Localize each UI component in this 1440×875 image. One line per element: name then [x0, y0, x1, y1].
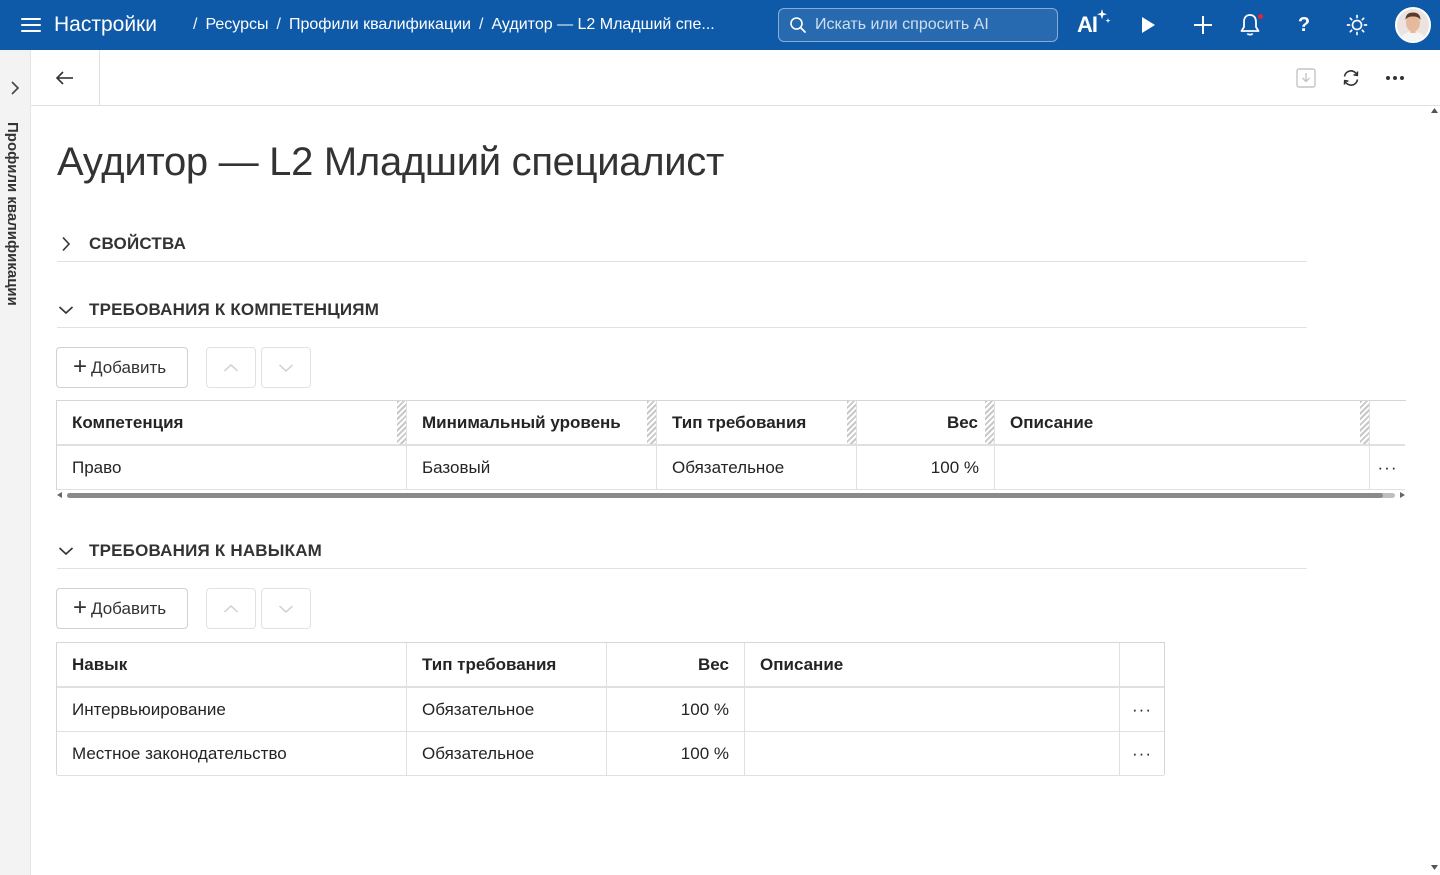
ai-label: AI [1077, 12, 1098, 37]
column-header-description[interactable]: Описание [745, 643, 1120, 686]
cell-req-type[interactable]: Обязательное [407, 688, 607, 731]
move-up-skill-button[interactable] [206, 588, 256, 629]
ai-button[interactable]: AI [1074, 0, 1114, 50]
cell-req-type[interactable]: Обязательное [657, 446, 857, 489]
chevron-up-icon [223, 363, 239, 372]
grid-header-row: Навык Тип требования Вес Описание [57, 643, 1164, 688]
scroll-down-arrow-icon[interactable] [1431, 865, 1438, 870]
table-row[interactable]: Право Базовый Обязательное 100 % ··· [57, 446, 1405, 490]
plus-icon[interactable] [1183, 0, 1223, 50]
section-competencies-title: ТРЕБОВАНИЯ К КОМПЕТЕНЦИЯМ [89, 299, 380, 319]
cell-description[interactable] [745, 688, 1120, 731]
column-header-min-level[interactable]: Минимальный уровень [407, 401, 657, 444]
move-down-competency-button[interactable] [261, 347, 311, 388]
scroll-left-arrow-icon[interactable] [57, 492, 62, 498]
column-header-req-type[interactable]: Тип требования [657, 401, 857, 444]
cell-weight[interactable]: 100 % [607, 688, 745, 731]
scrollbar-thumb[interactable] [67, 493, 1383, 498]
cell-req-type[interactable]: Обязательное [407, 732, 607, 775]
skills-grid: Навык Тип требования Вес Описание Интерв… [56, 642, 1165, 776]
download-icon[interactable] [1286, 50, 1326, 105]
cell-weight[interactable]: 100 % [857, 446, 995, 489]
search-box[interactable] [778, 8, 1058, 42]
menu-icon[interactable] [21, 18, 41, 32]
breadcrumb-current: Аудитор — L2 Младший спе... [491, 16, 715, 33]
section-competencies-header[interactable]: ТРЕБОВАНИЯ К КОМПЕТЕНЦИЯМ [57, 292, 1307, 328]
column-resize-handle[interactable] [985, 401, 994, 444]
section-skills-header[interactable]: ТРЕБОВАНИЯ К НАВЫКАМ [57, 533, 1307, 569]
column-header-description[interactable]: Описание [995, 401, 1370, 444]
more-options-icon[interactable] [1375, 50, 1415, 105]
column-resize-handle[interactable] [397, 401, 406, 444]
help-icon[interactable]: ? [1284, 0, 1324, 50]
cell-competency[interactable]: Право [57, 446, 407, 489]
column-resize-handle[interactable] [847, 401, 856, 444]
column-header-competency[interactable]: Компетенция [57, 401, 407, 444]
column-resize-handle[interactable] [647, 401, 656, 444]
column-header-actions [1370, 401, 1405, 444]
column-header-weight[interactable]: Вес [607, 643, 745, 686]
section-properties-header[interactable]: СВОЙСТВА [57, 226, 1307, 262]
side-panel-rail: Профили квалификации [0, 50, 31, 875]
app-title[interactable]: Настройки [54, 13, 157, 37]
grid-header-row: Компетенция Минимальный уровень Тип треб… [57, 401, 1405, 446]
chevron-down-icon [278, 604, 294, 613]
scroll-right-arrow-icon[interactable] [1400, 492, 1405, 498]
page-title: Аудитор — L2 Младший специалист [57, 140, 725, 184]
search-icon [790, 17, 806, 33]
chevron-up-icon [223, 604, 239, 613]
breadcrumb-qualification-profiles[interactable]: Профили квалификации [289, 16, 471, 34]
add-competency-button[interactable]: + Добавить [56, 347, 188, 388]
refresh-icon[interactable] [1331, 50, 1371, 105]
chevron-down-icon [57, 301, 75, 319]
breadcrumb-resources[interactable]: Ресурсы [205, 16, 268, 34]
scroll-up-arrow-icon[interactable] [1431, 108, 1438, 113]
cell-min-level[interactable]: Базовый [407, 446, 657, 489]
table-row[interactable]: Интервьюирование Обязательное 100 % ··· [57, 688, 1164, 732]
sun-icon[interactable] [1337, 0, 1377, 50]
column-header-skill[interactable]: Навык [57, 643, 407, 686]
column-resize-handle[interactable] [1360, 401, 1369, 444]
plus-icon: + [73, 593, 88, 621]
chevron-right-icon [57, 235, 75, 253]
top-app-bar: Настройки / Ресурсы / Профили квалификац… [0, 0, 1440, 50]
competencies-horizontal-scrollbar[interactable] [57, 490, 1405, 500]
back-button[interactable] [31, 50, 100, 105]
add-skill-button[interactable]: + Добавить [56, 588, 188, 629]
row-more-icon[interactable]: ··· [1370, 446, 1405, 489]
notifications-button[interactable] [1230, 0, 1270, 50]
chevron-down-icon [57, 542, 75, 560]
move-down-skill-button[interactable] [261, 588, 311, 629]
play-icon[interactable] [1128, 0, 1168, 50]
move-up-competency-button[interactable] [206, 347, 256, 388]
row-more-icon[interactable]: ··· [1120, 732, 1164, 775]
chevron-down-icon [278, 363, 294, 372]
column-header-actions [1120, 643, 1164, 686]
avatar[interactable] [1395, 7, 1431, 43]
table-row[interactable]: Местное законодательство Обязательное 10… [57, 732, 1164, 776]
side-panel-label[interactable]: Профили квалификации [4, 122, 21, 306]
command-bar [31, 50, 1440, 106]
notification-dot [1257, 13, 1264, 20]
arrow-left-icon [55, 70, 73, 85]
search-input[interactable] [815, 16, 1045, 34]
expand-panel-chevron-icon[interactable] [9, 80, 21, 101]
column-header-req-type[interactable]: Тип требования [407, 643, 607, 686]
breadcrumb: / Ресурсы / Профили квалификации / Аудит… [192, 16, 715, 34]
cell-description[interactable] [995, 446, 1370, 489]
cell-skill[interactable]: Интервьюирование [57, 688, 407, 731]
competencies-grid: Компетенция Минимальный уровень Тип треб… [56, 400, 1406, 490]
cell-skill[interactable]: Местное законодательство [57, 732, 407, 775]
cell-description[interactable] [745, 732, 1120, 775]
column-header-weight[interactable]: Вес [857, 401, 995, 444]
section-skills-title: ТРЕБОВАНИЯ К НАВЫКАМ [89, 540, 323, 560]
section-properties-title: СВОЙСТВА [89, 233, 187, 253]
row-more-icon[interactable]: ··· [1120, 688, 1164, 731]
cell-weight[interactable]: 100 % [607, 732, 745, 775]
plus-icon: + [73, 352, 88, 380]
ai-sparkle-icon [1097, 9, 1111, 24]
